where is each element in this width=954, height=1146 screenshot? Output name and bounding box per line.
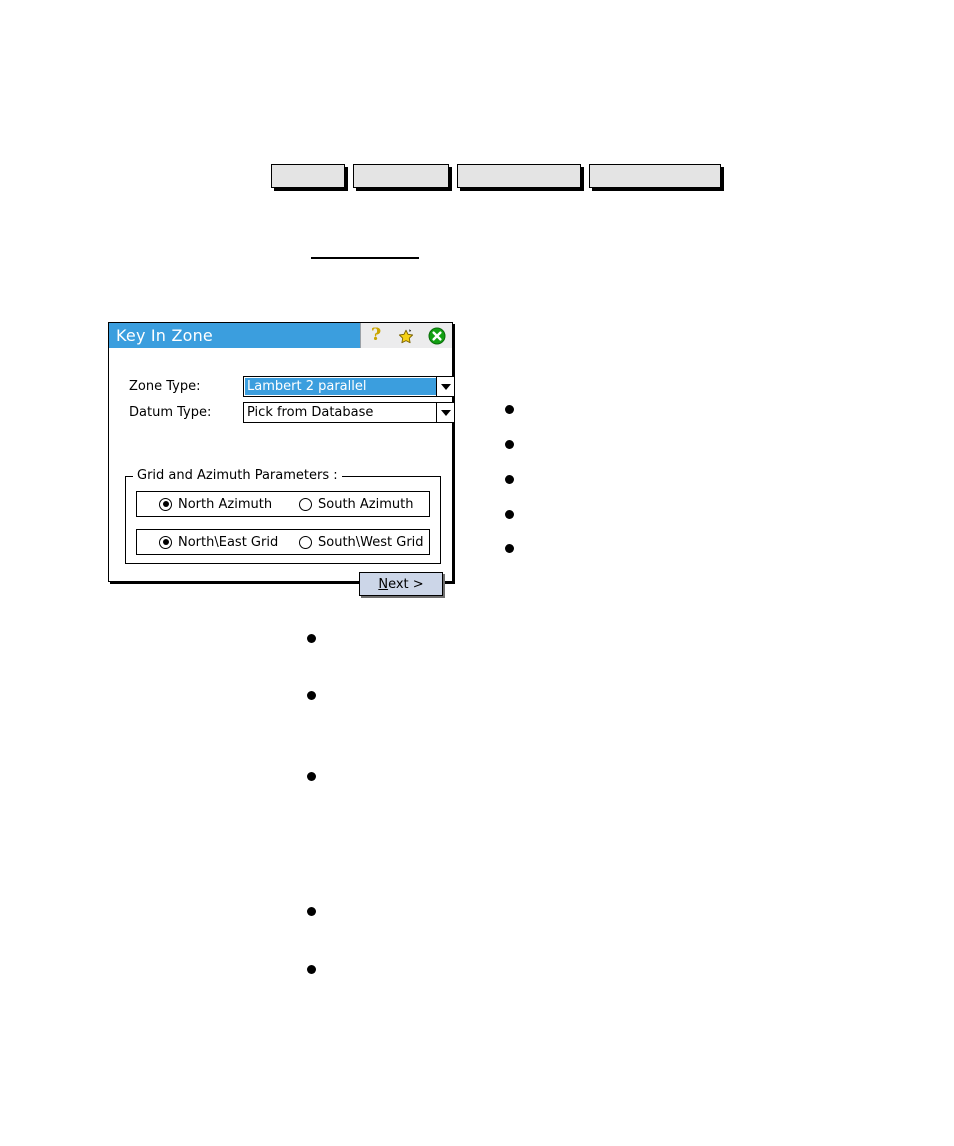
- zone-type-label: Zone Type:: [129, 379, 201, 394]
- zone-type-row: Zone Type: Lambert 2 parallel: [129, 376, 455, 397]
- horizontal-rule: [311, 257, 419, 259]
- list-item-bullet: [505, 475, 514, 484]
- next-button[interactable]: Next >: [359, 572, 443, 596]
- list-item-bullet: [307, 907, 316, 916]
- list-item-bullet: [307, 691, 316, 700]
- list-item-bullet: [505, 544, 514, 553]
- list-item-bullet: [505, 405, 514, 414]
- dialog-titlebar: Key In Zone ?: [109, 323, 452, 348]
- radio-label: North\East Grid: [178, 534, 279, 550]
- doc-button-4[interactable]: [589, 164, 721, 188]
- radio-label: North Azimuth: [178, 496, 273, 512]
- grid-radio-group: North\East Grid South\West Grid: [136, 529, 430, 555]
- list-item-bullet: [505, 440, 514, 449]
- page-canvas: Key In Zone ? Zone Type: Lambert 2 paral…: [0, 0, 954, 1146]
- list-item-bullet: [307, 634, 316, 643]
- azimuth-radio-group: North Azimuth South Azimuth: [136, 491, 430, 517]
- chevron-down-icon[interactable]: [436, 377, 454, 396]
- help-icon[interactable]: ?: [366, 326, 386, 346]
- doc-button-1[interactable]: [271, 164, 345, 188]
- radio-indicator: [299, 497, 312, 511]
- radio-south-west-grid[interactable]: South\West Grid: [299, 535, 424, 550]
- doc-button-3[interactable]: [457, 164, 581, 188]
- datum-type-combobox[interactable]: Pick from Database: [243, 402, 455, 423]
- titlebar-icon-group: ?: [360, 323, 452, 348]
- list-item-bullet: [307, 772, 316, 781]
- zone-type-combobox[interactable]: Lambert 2 parallel: [243, 376, 455, 397]
- next-button-label: ext >: [388, 576, 424, 592]
- list-item-bullet: [505, 510, 514, 519]
- dialog-title: Key In Zone: [116, 326, 213, 345]
- radio-label: South Azimuth: [318, 496, 414, 512]
- dialog-body: Zone Type: Lambert 2 parallel Datum Type…: [109, 348, 455, 596]
- radio-north-east-grid[interactable]: North\East Grid: [159, 535, 299, 550]
- grid-azimuth-groupbox: Grid and Azimuth Parameters : North Azim…: [125, 468, 441, 564]
- key-in-zone-dialog: Key In Zone ? Zone Type: Lambert 2 paral…: [108, 322, 455, 596]
- radio-north-azimuth[interactable]: North Azimuth: [159, 497, 299, 512]
- next-button-accel: N: [378, 576, 389, 592]
- datum-type-row: Datum Type: Pick from Database: [129, 402, 455, 423]
- radio-indicator: [159, 535, 172, 549]
- star-icon[interactable]: [396, 326, 416, 346]
- radio-south-azimuth[interactable]: South Azimuth: [299, 497, 413, 512]
- doc-button-2[interactable]: [353, 164, 449, 188]
- radio-label: South\West Grid: [318, 534, 424, 550]
- list-item-bullet: [307, 965, 316, 974]
- zone-type-value: Lambert 2 parallel: [245, 378, 436, 395]
- radio-indicator: [159, 497, 172, 511]
- groupbox-title: Grid and Azimuth Parameters :: [133, 468, 342, 483]
- radio-indicator: [299, 535, 312, 549]
- datum-type-value: Pick from Database: [247, 405, 374, 420]
- close-icon[interactable]: [427, 326, 447, 346]
- chevron-down-icon[interactable]: [436, 403, 454, 422]
- datum-type-label: Datum Type:: [129, 405, 212, 420]
